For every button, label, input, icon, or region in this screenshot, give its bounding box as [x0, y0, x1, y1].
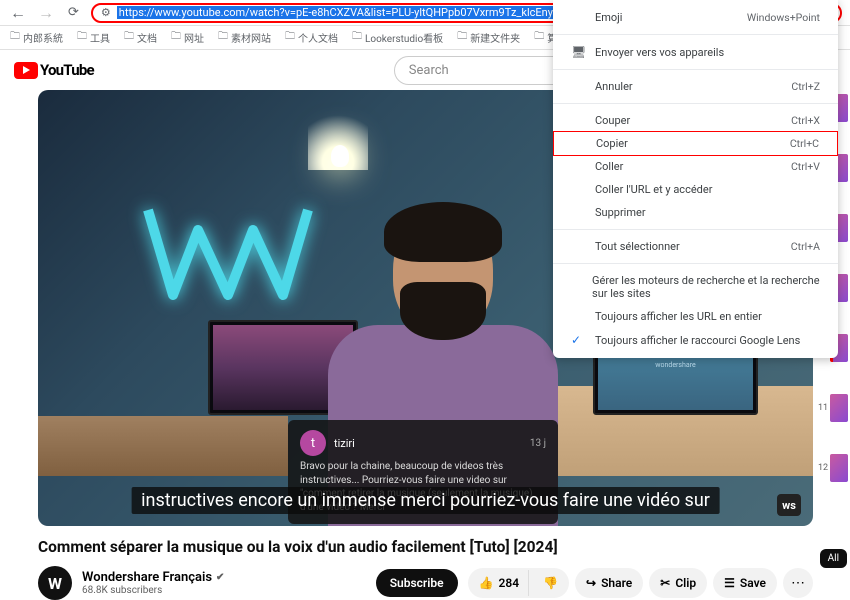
folder-icon: 🗀	[285, 29, 295, 46]
menu-separator	[553, 263, 838, 264]
youtube-logo[interactable]: YouTube	[14, 61, 94, 79]
playlist-item[interactable]: 11	[830, 394, 848, 422]
menu-separator	[553, 69, 838, 70]
dislike-button[interactable]: 👎	[534, 570, 569, 596]
subscribe-button[interactable]: Subscribe	[376, 569, 458, 597]
bookmark-item[interactable]: 🗀个人文档	[285, 29, 338, 46]
bookmark-item[interactable]: 🗀网址	[171, 29, 204, 46]
bookmark-item[interactable]: 🗀工具	[77, 29, 110, 46]
bookmark-item[interactable]: 🗀文档	[124, 29, 157, 46]
video-title: Comment séparer la musique ou la voix d'…	[38, 538, 813, 556]
menu-show-lens[interactable]: ✓Toujours afficher le raccourci Google L…	[553, 328, 838, 352]
folder-icon: 🗀	[124, 29, 134, 46]
menu-paste-go[interactable]: Coller l'URL et y accéder	[553, 178, 838, 201]
menu-search-engines[interactable]: Gérer les moteurs de recherche et la rec…	[553, 269, 838, 305]
filter-chip-all[interactable]: All	[820, 549, 847, 568]
youtube-play-icon	[14, 62, 38, 79]
channel-name[interactable]: Wondershare Français✔	[82, 570, 366, 585]
menu-separator	[553, 103, 838, 104]
watermark-icon[interactable]: ws	[777, 494, 801, 516]
folder-icon: 🗀	[457, 29, 467, 46]
menu-show-full-url[interactable]: Toujours afficher les URL en entier	[553, 305, 838, 328]
subscriber-count: 68.8K subscribers	[82, 585, 366, 596]
bookmark-item[interactable]: 🗀内郎系統	[10, 29, 63, 46]
menu-copy[interactable]: CopierCtrl+C	[553, 131, 838, 156]
context-menu: EmojiWindows+Point 🖥Envoyer vers vos app…	[553, 0, 838, 358]
menu-delete[interactable]: Supprimer	[553, 201, 838, 224]
bookmark-item[interactable]: 🗀新建文件夹	[457, 29, 520, 46]
thumbs-down-icon: 👎	[543, 576, 558, 590]
bookmark-icon: ☰	[724, 576, 735, 590]
reload-button[interactable]: ⟳	[64, 5, 83, 20]
check-icon: ✓	[571, 333, 585, 347]
menu-select-all[interactable]: Tout sélectionnerCtrl+A	[553, 235, 838, 258]
back-button[interactable]: ←	[8, 3, 28, 23]
folder-icon: 🗀	[171, 29, 181, 46]
folder-icon: 🗀	[534, 29, 544, 46]
verified-icon: ✔	[216, 572, 224, 583]
folder-icon: 🗀	[10, 29, 20, 46]
meta-row: W Wondershare Français✔ 68.8K subscriber…	[38, 566, 813, 600]
menu-separator	[553, 229, 838, 230]
playlist-item[interactable]: 12	[830, 454, 848, 482]
caption: instructives encore un immense merci pou…	[131, 487, 720, 514]
share-icon: ↪	[586, 576, 596, 590]
menu-paste[interactable]: CollerCtrl+V	[553, 155, 838, 178]
site-settings-icon[interactable]: ⚙	[101, 6, 111, 19]
comment-time: 13 j	[530, 438, 546, 449]
comment-avatar: t	[300, 430, 326, 456]
bookmark-item[interactable]: 🗀素材网站	[218, 29, 271, 46]
menu-emoji[interactable]: EmojiWindows+Point	[553, 6, 838, 29]
channel-avatar[interactable]: W	[38, 566, 72, 600]
like-button[interactable]: 👍284	[468, 570, 530, 596]
folder-icon: 🗀	[352, 29, 362, 46]
youtube-text: YouTube	[40, 61, 94, 79]
menu-send-devices[interactable]: 🖥Envoyer vers vos appareils	[553, 40, 838, 64]
menu-cut[interactable]: CouperCtrl+X	[553, 109, 838, 132]
devices-icon: 🖥	[571, 45, 585, 59]
menu-undo[interactable]: AnnulerCtrl+Z	[553, 75, 838, 98]
bookmark-item[interactable]: 🗀Lookerstudio看板	[352, 29, 443, 46]
menu-separator	[553, 34, 838, 35]
comment-author: tiziri	[334, 437, 522, 450]
thumbs-up-icon: 👍	[479, 576, 494, 590]
channel-info: Wondershare Français✔ 68.8K subscribers	[82, 570, 366, 596]
forward-button[interactable]: →	[36, 3, 56, 23]
folder-icon: 🗀	[218, 29, 228, 46]
folder-icon: 🗀	[77, 29, 87, 46]
scissors-icon: ✂	[660, 576, 670, 590]
